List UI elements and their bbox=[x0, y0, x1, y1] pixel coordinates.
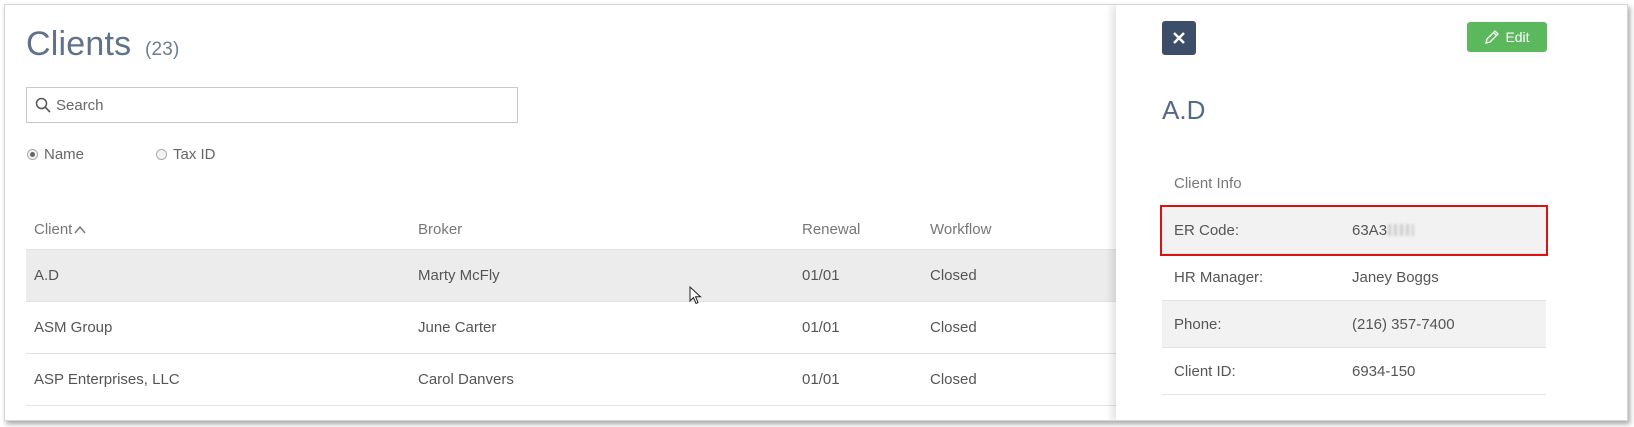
column-header-renewal[interactable]: Renewal bbox=[802, 210, 860, 249]
table-row[interactable]: A.D Marty McFly 01/01 Closed bbox=[26, 250, 1118, 302]
app-window: Clients (23) Name Tax ID Client Broker R… bbox=[4, 4, 1628, 421]
redacted-blur bbox=[1388, 224, 1415, 236]
radio-tax-id[interactable]: Tax ID bbox=[156, 146, 216, 163]
pencil-icon bbox=[1485, 30, 1500, 44]
close-button[interactable] bbox=[1162, 21, 1196, 55]
page-title-text: Clients bbox=[26, 25, 132, 63]
column-header-broker[interactable]: Broker bbox=[418, 210, 462, 249]
info-value: (216) 357-7400 bbox=[1352, 315, 1455, 333]
workflow-cell: Closed bbox=[930, 319, 977, 336]
column-header-client-label: Client bbox=[34, 221, 73, 238]
search-input[interactable] bbox=[56, 96, 496, 114]
mouse-cursor-icon bbox=[689, 286, 702, 305]
info-label: HR Manager: bbox=[1174, 268, 1264, 286]
sort-ascending-icon bbox=[74, 225, 86, 233]
client-cell: A.D bbox=[34, 267, 60, 284]
column-header-workflow[interactable]: Workflow bbox=[930, 210, 991, 249]
radio-name[interactable]: Name bbox=[27, 146, 84, 163]
search-icon bbox=[35, 97, 51, 113]
client-cell: ASP Enterprises, LLC bbox=[34, 371, 180, 388]
close-icon bbox=[1173, 32, 1185, 44]
client-info-title: Client Info bbox=[1162, 160, 1546, 207]
client-info-table: Client Info ER Code: 63A3 HR Manager: Ja… bbox=[1160, 160, 1548, 395]
renewal-cell: 01/01 bbox=[802, 267, 840, 284]
info-value: 6934-150 bbox=[1352, 362, 1416, 380]
edit-button[interactable]: Edit bbox=[1467, 22, 1547, 52]
client-cell: ASM Group bbox=[34, 319, 113, 336]
info-row-phone: Phone: (216) 357-7400 bbox=[1162, 301, 1546, 348]
info-value-er-code: 63A3 bbox=[1352, 207, 1415, 253]
edit-button-label: Edit bbox=[1505, 29, 1530, 45]
client-name-heading: A.D bbox=[1162, 95, 1206, 125]
table-header: Client Broker Renewal Workflow bbox=[26, 210, 1118, 250]
client-detail-panel: Edit A.D Client Info ER Code: 63A3 HR Ma… bbox=[1116, 5, 1627, 420]
table-row[interactable]: ASM Group June Carter 01/01 Closed bbox=[26, 302, 1118, 354]
info-row-er-code: ER Code: 63A3 bbox=[1160, 205, 1548, 256]
er-code-value: 63A3 bbox=[1352, 221, 1388, 239]
column-header-client[interactable]: Client bbox=[34, 210, 86, 249]
radio-dot-tax-id[interactable] bbox=[156, 149, 167, 160]
clients-table: Client Broker Renewal Workflow A.D Marty… bbox=[26, 210, 1118, 406]
table-row[interactable]: ASP Enterprises, LLC Carol Danvers 01/01… bbox=[26, 354, 1118, 406]
renewal-cell: 01/01 bbox=[802, 319, 840, 336]
info-row-hr-manager: HR Manager: Janey Boggs bbox=[1162, 254, 1546, 301]
radio-name-label: Name bbox=[44, 146, 85, 163]
broker-cell: Carol Danvers bbox=[418, 371, 514, 388]
info-label: Client ID: bbox=[1174, 362, 1236, 380]
radio-tax-id-label: Tax ID bbox=[173, 146, 216, 163]
page-title: Clients (23) bbox=[26, 25, 180, 64]
workflow-cell: Closed bbox=[930, 267, 977, 284]
client-count: (23) bbox=[144, 39, 180, 60]
renewal-cell: 01/01 bbox=[802, 371, 840, 388]
info-label: Phone: bbox=[1174, 315, 1222, 333]
broker-cell: June Carter bbox=[418, 319, 497, 336]
workflow-cell: Closed bbox=[930, 371, 977, 388]
broker-cell: Marty McFly bbox=[418, 267, 500, 284]
radio-dot-name[interactable] bbox=[27, 149, 38, 160]
info-row-client-id: Client ID: 6934-150 bbox=[1162, 348, 1546, 395]
info-value: Janey Boggs bbox=[1352, 268, 1439, 286]
search-box[interactable] bbox=[26, 87, 518, 123]
info-label: ER Code: bbox=[1174, 221, 1240, 239]
